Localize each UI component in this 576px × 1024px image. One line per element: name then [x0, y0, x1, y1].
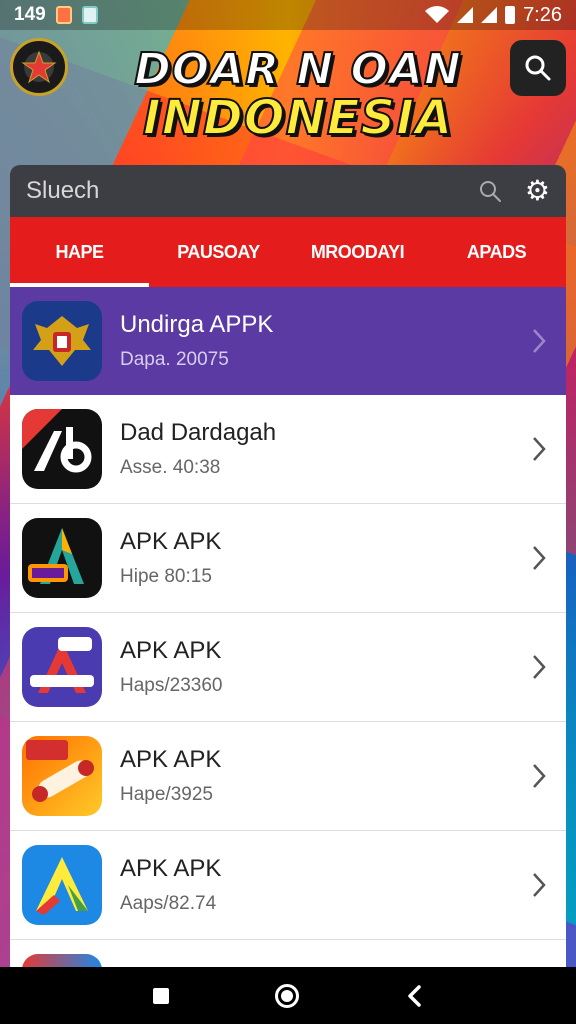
ab-app-icon — [22, 409, 102, 489]
list-item[interactable]: APK APK Hipe 80:15 — [10, 504, 566, 613]
battery-icon — [505, 6, 516, 24]
garuda-emblem-icon — [22, 301, 102, 381]
chevron-right-icon — [524, 871, 554, 899]
chevron-right-icon — [524, 653, 554, 681]
app-list: Undirga APPK Dapa. 20075 Dad Dardagah As… — [10, 287, 566, 967]
tab-label: PAUSOAY — [177, 241, 260, 262]
tab-bar: HAPE PAUSOAY MROODAYI APADS — [10, 217, 566, 287]
app-subtitle: Hipe 80:15 — [120, 566, 212, 587]
app-name: APK APK — [120, 855, 222, 882]
app-subtitle: Hape/3925 — [120, 784, 213, 805]
app-name: APK APK — [120, 528, 222, 555]
back-button[interactable] — [405, 984, 423, 1008]
app-subtitle: Asse. 40:38 — [120, 457, 221, 478]
signal-icon — [457, 7, 474, 23]
notification-icon — [81, 6, 98, 24]
tab-apads[interactable]: APADS — [427, 217, 566, 287]
list-item[interactable]: APK APK Hape/3925 — [10, 722, 566, 831]
header-search-button[interactable] — [510, 40, 566, 96]
status-bar: 149 7:26 — [0, 0, 576, 30]
title-line-2: INDONESIA — [142, 90, 454, 146]
apk-a-icon — [22, 518, 102, 598]
apk-purple-icon — [22, 627, 102, 707]
chevron-right-icon — [524, 435, 554, 463]
list-item[interactable]: Undirga APPK Dapa. 20075 — [10, 287, 566, 395]
app-name: Dad Dardagah — [120, 419, 277, 446]
list-item-partial[interactable] — [10, 940, 566, 967]
tab-label: HAPE — [55, 241, 104, 262]
app-name: Undirga APPK — [120, 311, 274, 338]
chevron-right-icon — [524, 544, 554, 572]
title-line-1: DOAR N OAN — [133, 44, 462, 95]
app-name: APK APK — [120, 746, 222, 773]
app-subtitle: Haps/23360 — [120, 675, 223, 696]
app-icon — [22, 954, 102, 967]
gear-icon[interactable]: ⚙ — [525, 177, 550, 205]
notification-icon — [55, 6, 72, 24]
tab-label: APADS — [466, 241, 527, 262]
chevron-right-icon — [524, 762, 554, 790]
apk-blue-icon — [22, 845, 102, 925]
search-input[interactable] — [26, 177, 477, 205]
app-subtitle: Dapa. 20075 — [120, 349, 229, 370]
recents-button[interactable] — [153, 987, 169, 1004]
search-icon[interactable] — [477, 178, 503, 204]
tab-mroodayi[interactable]: MROODAYI — [288, 217, 427, 287]
emblem-star-icon — [21, 50, 57, 84]
status-left-text: 149 — [14, 4, 46, 25]
search-bar: ⚙ — [10, 165, 566, 217]
list-item[interactable]: APK APK Haps/23360 — [10, 613, 566, 722]
tab-pausoay[interactable]: PAUSOAY — [149, 217, 288, 287]
list-item[interactable]: APK APK Aaps/82.74 — [10, 831, 566, 940]
emblem-logo — [10, 38, 68, 96]
search-icon — [525, 55, 551, 81]
tab-label: MROODAYI — [310, 241, 405, 262]
app-subtitle: Aaps/82.74 — [120, 893, 217, 914]
list-item[interactable]: Dad Dardagah Asse. 40:38 — [10, 395, 566, 504]
home-button[interactable] — [275, 983, 299, 1008]
app-header: DOAR N OAN INDONESIA — [0, 30, 576, 165]
app-name: APK APK — [120, 637, 222, 664]
signal-icon — [481, 7, 498, 23]
status-time: 7:26 — [523, 3, 562, 26]
tab-hape[interactable]: HAPE — [10, 217, 149, 287]
system-nav-bar — [0, 967, 576, 1024]
chevron-right-icon — [524, 327, 554, 355]
app-scroll-icon — [22, 736, 102, 816]
wifi-icon — [425, 6, 450, 24]
app-title: DOAR N OAN INDONESIA — [108, 44, 488, 146]
